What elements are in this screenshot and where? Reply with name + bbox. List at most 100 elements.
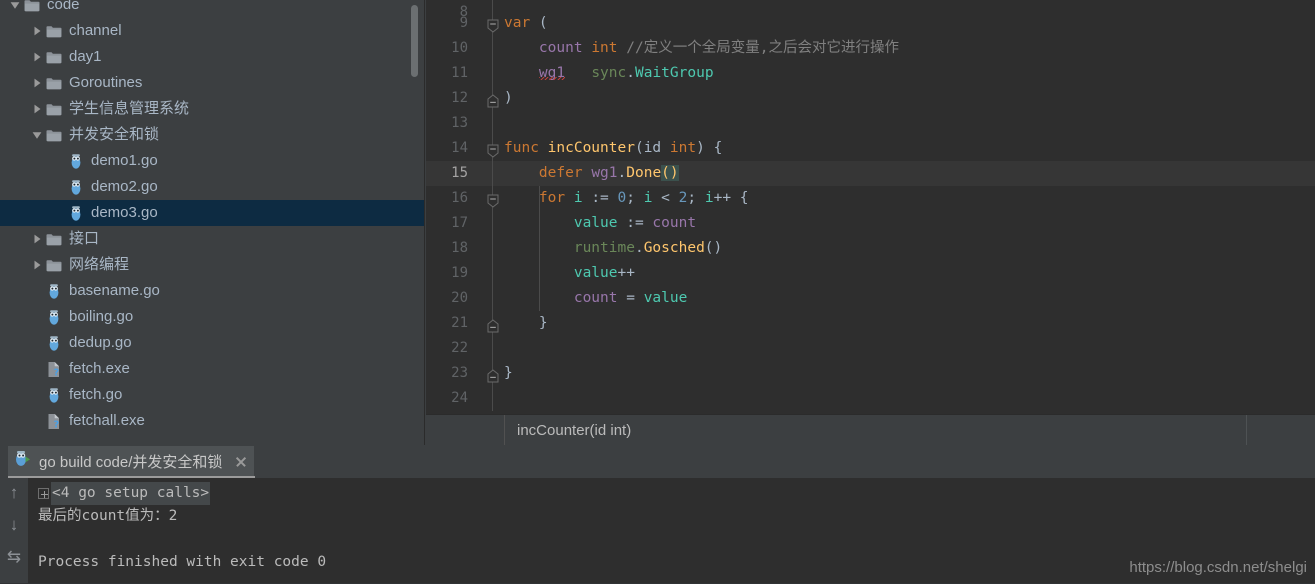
code-line-10[interactable]: 10 count int //定义一个全局变量,之后会对它进行操作 (426, 36, 1315, 61)
code-line-11[interactable]: 11 wg1 sync.WaitGroup (426, 61, 1315, 86)
code-token: ; (687, 190, 705, 206)
code-line-19[interactable]: 19 value++ (426, 261, 1315, 286)
tree-item--[interactable]: 学生信息管理系统 (0, 96, 425, 122)
breadcrumb-bar[interactable]: incCounter(id int) (426, 414, 1315, 445)
chevron-right-icon[interactable] (30, 44, 44, 70)
tree-item-demo3.go[interactable]: demo3.go (0, 200, 425, 226)
code-line-9[interactable]: 9 var ( (426, 11, 1315, 36)
code-line-17[interactable]: 17 value := count (426, 211, 1315, 236)
run-tab-go-build[interactable]: go build code/并发安全和锁 (8, 446, 255, 477)
tree-item--[interactable]: 网络编程 (0, 252, 425, 278)
code-line-13[interactable]: 13 (426, 111, 1315, 136)
close-icon[interactable] (234, 455, 248, 469)
tree-item-fetch.exe[interactable]: ? fetch.exe (0, 356, 425, 382)
breadcrumb-gutter-spacer (426, 414, 505, 445)
code-line-12[interactable]: 12) (426, 86, 1315, 111)
fold-close-icon[interactable] (487, 367, 499, 383)
tree-item--[interactable]: 并发安全和锁 (0, 122, 425, 148)
line-number: 24 (451, 390, 468, 406)
go-file-icon (44, 330, 64, 356)
chevron-down-icon[interactable] (8, 0, 22, 18)
console-output[interactable]: <4 go setup calls> 最后的count值为：2 Process fi… (28, 478, 1315, 584)
chevron-right-icon[interactable] (30, 226, 44, 252)
chevron-right-icon[interactable] (30, 96, 44, 122)
tree-item-code[interactable]: code (0, 0, 425, 18)
editor-panel[interactable]: 8 9 var (10 count int //定义一个全局变量,之后会对它进行操作… (426, 0, 1315, 445)
tree-item-demo1.go[interactable]: demo1.go (0, 148, 425, 174)
code-line-15[interactable]: 15 defer wg1.Done() (426, 161, 1315, 186)
tree-item--[interactable]: 接口 (0, 226, 425, 252)
exe-file-icon: ? (44, 408, 64, 434)
scroll-up-icon[interactable]: ↑ (3, 482, 25, 504)
code-line-20[interactable]: 20 count = value (426, 286, 1315, 311)
tree-item-fetch.go[interactable]: fetch.go (0, 382, 425, 408)
code-token: ++ (617, 265, 635, 281)
fold-open-icon[interactable] (487, 192, 499, 208)
tree-item-demo2.go[interactable]: demo2.go (0, 174, 425, 200)
chevron-down-icon[interactable] (30, 122, 44, 148)
tree-item-goroutines[interactable]: Goroutines (0, 70, 425, 96)
fold-open-icon[interactable] (487, 17, 499, 33)
code-lines[interactable]: 8 9 var (10 count int //定义一个全局变量,之后会对它进行操作… (426, 0, 1315, 414)
scroll-down-icon[interactable]: ↓ (3, 514, 25, 536)
project-tree-panel[interactable]: code channel day1 Goroutines 学生信息管理系统并发安全和锁 d… (0, 0, 425, 445)
tree-item-label: 并发安全和锁 (69, 126, 160, 143)
console-toolbar[interactable]: ↑ ↓ ⇆ (0, 478, 28, 584)
soft-wrap-icon[interactable]: ⇆ (3, 546, 25, 568)
tree-item-channel[interactable]: channel (0, 18, 425, 44)
code-line-21[interactable]: 21 } (426, 311, 1315, 336)
tree-item-dedup.go[interactable]: dedup.go (0, 330, 425, 356)
breadcrumb-label[interactable]: incCounter(id int) (517, 422, 631, 439)
project-tree-scrollbar[interactable] (411, 5, 418, 77)
tree-item-day1[interactable]: day1 (0, 44, 425, 70)
expand-fold-icon[interactable] (38, 488, 49, 499)
code-line-24[interactable]: 24 (426, 386, 1315, 411)
fold-close-icon[interactable] (487, 92, 499, 108)
code-line-8[interactable]: 8 (426, 0, 1315, 20)
go-file-icon (44, 382, 64, 408)
code-token: . (617, 165, 627, 181)
tree-item-boiling.go[interactable]: boiling.go (0, 304, 425, 330)
tree-item-basename.go[interactable]: basename.go (0, 278, 425, 304)
chevron-right-icon[interactable] (30, 70, 44, 96)
code-token: < (652, 190, 679, 206)
project-tree-list[interactable]: code channel day1 Goroutines 学生信息管理系统并发安全和锁 d… (0, 0, 425, 434)
line-number: 10 (451, 40, 468, 56)
tree-item-label: 接口 (69, 230, 100, 247)
code-text: ) (504, 86, 513, 111)
console-area[interactable]: ↑ ↓ ⇆ <4 go setup calls> 最后的count值为：2 Proces… (0, 478, 1315, 584)
code-token: ; (626, 190, 644, 206)
gutter-divider (492, 61, 493, 86)
tree-item-label: fetch.exe (69, 360, 130, 377)
gutter-divider (492, 261, 493, 286)
top-split: code channel day1 Goroutines 学生信息管理系统并发安全和锁 d… (0, 0, 1315, 445)
fold-open-icon[interactable] (487, 142, 499, 158)
chevron-right-icon[interactable] (30, 252, 44, 278)
breadcrumb-separator (1246, 415, 1247, 445)
tree-item-label: 网络编程 (69, 256, 130, 273)
code-line-18[interactable]: 18 runtime.Gosched() (426, 236, 1315, 261)
code-token: count (538, 40, 583, 56)
code-text: count int //定义一个全局变量,之后会对它进行操作 (504, 36, 899, 61)
code-line-14[interactable]: 14 func incCounter(id int) { (426, 136, 1315, 161)
code-token: var (504, 15, 531, 31)
code-line-16[interactable]: 16 for i := 0; i < 2; i++ { (426, 186, 1315, 211)
line-number: 16 (451, 190, 468, 206)
chevron-right-icon[interactable] (30, 18, 44, 44)
tree-item-fetchall.exe[interactable]: ? fetchall.exe (0, 408, 425, 434)
code-line-23[interactable]: 23} (426, 361, 1315, 386)
code-line-22[interactable]: 22 (426, 336, 1315, 361)
tree-item-label: demo1.go (91, 152, 158, 169)
code-token: count (652, 215, 697, 231)
fold-close-icon[interactable] (487, 317, 499, 333)
line-number: 17 (451, 215, 468, 231)
